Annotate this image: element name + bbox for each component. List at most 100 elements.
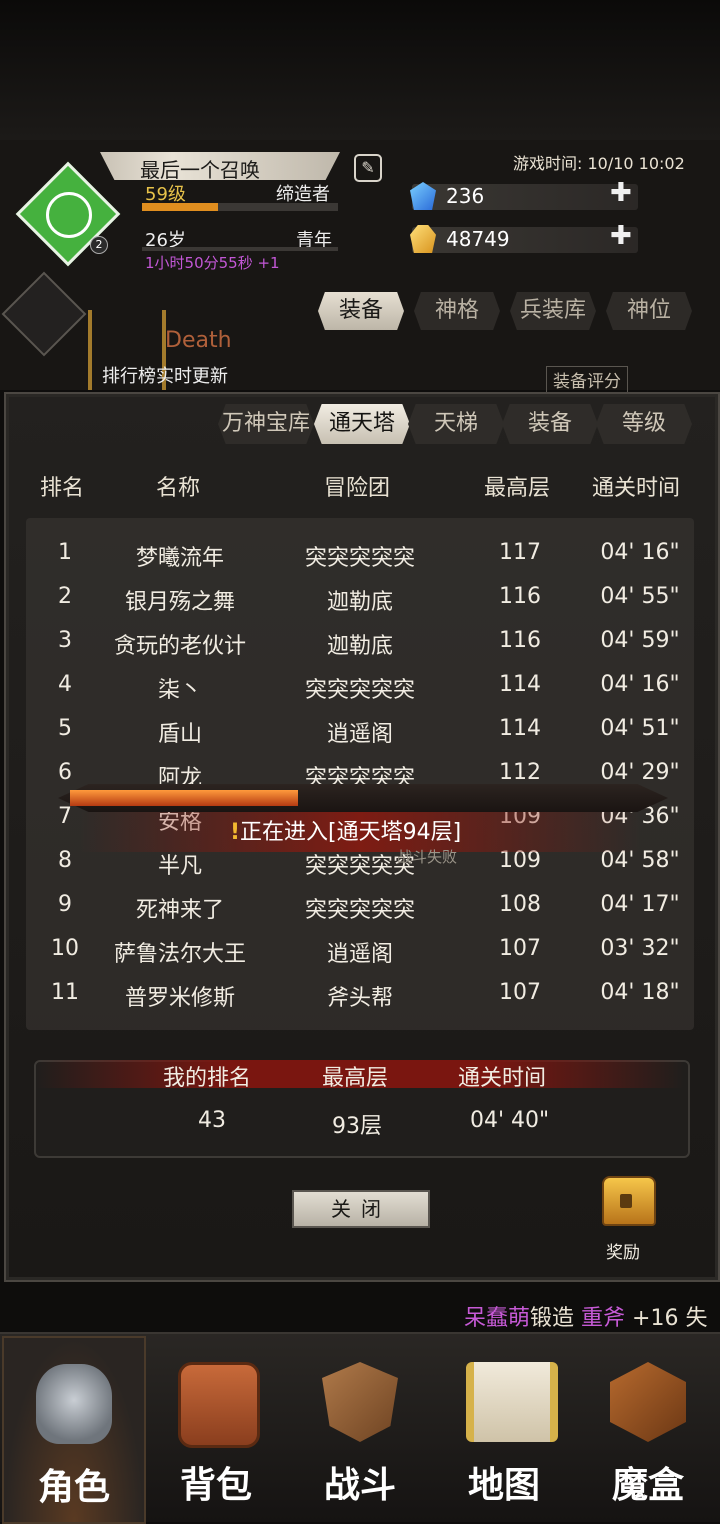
nav-backpack[interactable]: 背包 bbox=[146, 1336, 286, 1520]
nav-character[interactable]: 角色 bbox=[2, 1336, 146, 1524]
row-10-name: 萨鲁法尔大王 bbox=[113, 942, 246, 967]
reward-chest-icon[interactable] bbox=[594, 1172, 658, 1234]
row-2-time: 04' 55" bbox=[600, 584, 680, 609]
game-time: 游戏时间: 10/10 10:02 bbox=[513, 154, 685, 173]
row-10-guild: 逍遥阁 bbox=[326, 942, 393, 967]
my-floor-label: 最高层 bbox=[322, 1066, 389, 1091]
nav-battle[interactable]: 战斗 bbox=[290, 1336, 430, 1520]
warning-icon: ! bbox=[230, 820, 241, 845]
edit-icon[interactable]: ✎ bbox=[354, 154, 382, 182]
row-4-time: 04' 16" bbox=[600, 672, 680, 697]
row-4-name: 柒丶 bbox=[157, 678, 202, 703]
equipment-score-label: 装备评分 bbox=[546, 366, 628, 393]
row-9-time: 04' 17" bbox=[600, 892, 680, 917]
loading-bar-fill bbox=[70, 790, 298, 806]
ranking-tabs: 万神宝库 通天塔 天梯 装备 等级 bbox=[218, 404, 694, 444]
tab-pantheon-vault[interactable]: 万神宝库 bbox=[218, 404, 314, 444]
row-11-guild: 斧头帮 bbox=[326, 986, 393, 1011]
row-5-guild: 逍遥阁 bbox=[326, 722, 393, 747]
tab-equip-rank[interactable]: 装备 bbox=[502, 404, 598, 444]
tab-tower[interactable]: 通天塔 bbox=[314, 404, 410, 444]
row-1-time: 04' 16" bbox=[600, 540, 680, 565]
tab-equipment[interactable]: 装备 bbox=[318, 292, 404, 330]
row-10-time: 03' 32" bbox=[600, 936, 680, 961]
top-band bbox=[0, 0, 720, 140]
row-6-time: 04' 29" bbox=[600, 760, 680, 785]
close-button[interactable]: 关闭 bbox=[292, 1190, 430, 1228]
tab-ladder[interactable]: 天梯 bbox=[408, 404, 504, 444]
age-bar bbox=[142, 247, 338, 251]
my-rank-value: 43 bbox=[198, 1108, 226, 1133]
row-5-time: 04' 51" bbox=[600, 716, 680, 741]
nav-backpack-label: 背包 bbox=[179, 1465, 252, 1506]
row-1-guild: 突突突突突 bbox=[304, 546, 415, 571]
nav-map[interactable]: 地图 bbox=[434, 1336, 574, 1520]
row-11-name: 普罗米修斯 bbox=[124, 986, 235, 1011]
my-time-label: 通关时间 bbox=[458, 1066, 547, 1091]
loading-text: !正在进入[通天塔94层] bbox=[230, 814, 461, 846]
add-gold-button[interactable]: ✚ bbox=[610, 221, 632, 251]
row-5-name: 盾山 bbox=[157, 722, 202, 747]
news-ticker: 呆蠢萌锻造 重斧 +16 失 bbox=[464, 1300, 707, 1332]
reward-label[interactable]: 奖励 bbox=[606, 1238, 640, 1263]
row-2-guild: 迦勒底 bbox=[326, 590, 393, 615]
ticker-item: 重斧 bbox=[581, 1306, 626, 1331]
row-4-floor: 114 bbox=[499, 672, 541, 697]
tab-armory[interactable]: 兵装库 bbox=[510, 292, 596, 330]
row-9-guild: 突突突突突 bbox=[304, 898, 415, 923]
col-rank: 排名 bbox=[40, 476, 85, 501]
tab-god-seat[interactable]: 神位 bbox=[606, 292, 692, 330]
chest-lock bbox=[620, 1194, 632, 1208]
my-time-value: 04' 40" bbox=[470, 1108, 550, 1133]
sword-shield-icon bbox=[322, 1362, 398, 1442]
row-2-name: 银月殇之舞 bbox=[124, 590, 235, 615]
row-1-floor: 117 bbox=[499, 540, 541, 565]
add-gem-button[interactable]: ✚ bbox=[610, 178, 632, 208]
nav-character-label: 角色 bbox=[37, 1467, 110, 1508]
backpack-icon bbox=[178, 1362, 260, 1448]
nav-magic-box[interactable]: 魔盒 bbox=[578, 1336, 718, 1520]
col-clear-time: 通关时间 bbox=[592, 476, 681, 501]
row-3-time: 04' 59" bbox=[600, 628, 680, 653]
magic-box-icon bbox=[610, 1362, 686, 1442]
row-1-name: 梦曦流年 bbox=[135, 546, 224, 571]
row-4-guild: 突突突突突 bbox=[304, 678, 415, 703]
nav-battle-label: 战斗 bbox=[323, 1465, 396, 1506]
row-3-guild: 迦勒底 bbox=[326, 634, 393, 659]
avatar[interactable]: 2 bbox=[15, 161, 121, 267]
row-10-floor: 107 bbox=[499, 936, 541, 961]
helmet-icon bbox=[36, 1364, 112, 1444]
nav-map-label: 地图 bbox=[467, 1465, 540, 1506]
row-9-name: 死神来了 bbox=[135, 898, 224, 923]
tab-level-rank[interactable]: 等级 bbox=[596, 404, 692, 444]
tab-divinity[interactable]: 神格 bbox=[414, 292, 500, 330]
my-rank-label: 我的排名 bbox=[163, 1066, 252, 1091]
row-3-name: 贪玩的老伙计 bbox=[113, 634, 246, 659]
row-5-floor: 114 bbox=[499, 716, 541, 741]
avatar-badge: 2 bbox=[90, 236, 108, 254]
nav-magic-box-label: 魔盒 bbox=[611, 1465, 684, 1506]
row-8-name: 半凡 bbox=[157, 854, 202, 879]
player-name: 最后一个召唤 bbox=[140, 158, 260, 182]
cube-icon bbox=[46, 192, 92, 238]
rank-live-note: 排行榜实时更新 bbox=[102, 366, 228, 387]
col-guild: 冒险团 bbox=[324, 476, 391, 501]
ticker-suffix: +16 失 bbox=[632, 1306, 708, 1331]
death-text: Death bbox=[165, 328, 232, 353]
loading-message: 正在进入[通天塔94层] bbox=[240, 820, 462, 845]
ticker-action: 锻造 bbox=[530, 1306, 575, 1331]
scroll-map-icon bbox=[466, 1362, 558, 1442]
row-9-floor: 108 bbox=[499, 892, 541, 917]
battle-failed-text: 战斗失败 bbox=[397, 848, 458, 866]
my-floor-value: 93层 bbox=[332, 1114, 382, 1139]
main-tabs: 装备 神格 兵装库 神位 bbox=[318, 292, 694, 330]
row-2-floor: 116 bbox=[499, 584, 541, 609]
level-bar-fill bbox=[142, 203, 218, 211]
blue-gem-count: 236 bbox=[446, 184, 485, 208]
col-floor: 最高层 bbox=[484, 476, 551, 501]
row-11-floor: 107 bbox=[499, 980, 541, 1005]
row-11-time: 04' 18" bbox=[600, 980, 680, 1005]
row-3-floor: 116 bbox=[499, 628, 541, 653]
age-timer: 1小时50分55秒 +1 bbox=[145, 254, 280, 272]
ticker-player: 呆蠢萌 bbox=[464, 1306, 531, 1331]
